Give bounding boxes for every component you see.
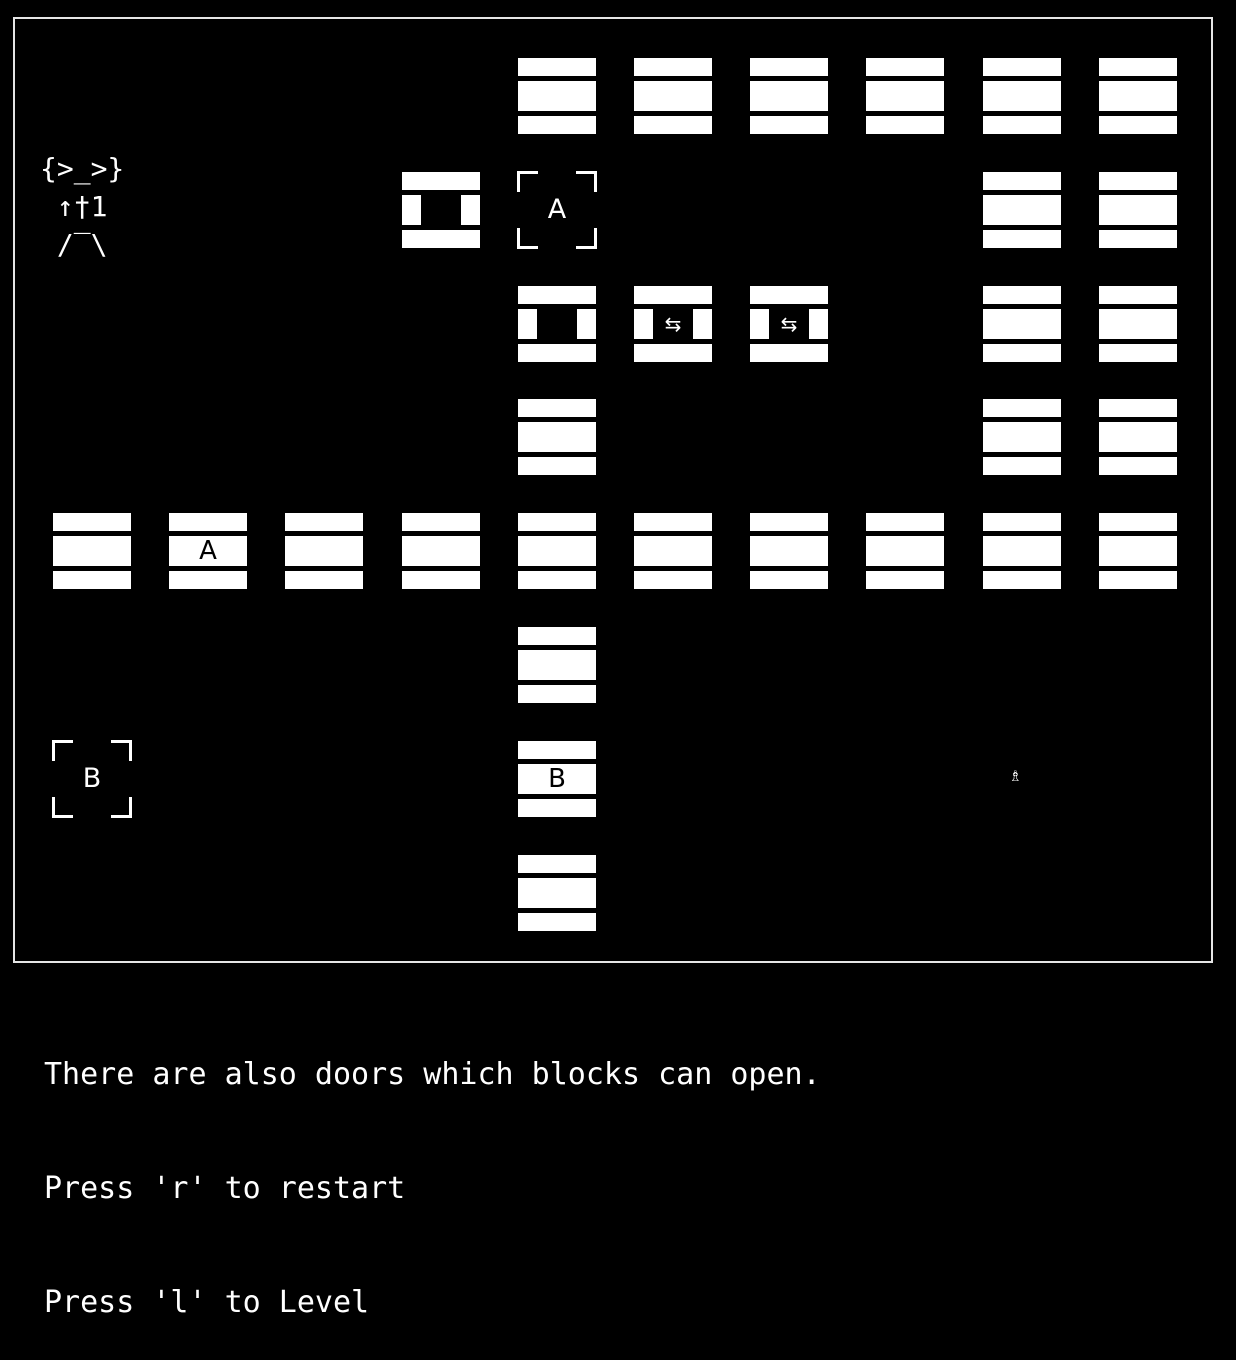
wall-block [1099, 286, 1177, 362]
wall-block [285, 513, 363, 589]
wall-block [983, 58, 1061, 134]
wall-block [866, 513, 944, 589]
door-label: ⇆ [653, 309, 693, 339]
game-board [13, 17, 1213, 963]
wall-block [518, 627, 596, 703]
message-panel: There are also doors which blocks can op… [44, 980, 821, 1360]
wall-block [1099, 399, 1177, 475]
door-label: B [537, 764, 577, 794]
wall-block [518, 399, 596, 475]
wall-block [402, 513, 480, 589]
door-target-marker: A [517, 171, 597, 249]
wall-block [634, 58, 712, 134]
player-ascii-art: {>_>} ↑†1 /‾\ [40, 152, 125, 261]
player-character: {>_>} ↑†1 /‾\ [40, 150, 150, 270]
restart-instruction: Press 'r' to restart [44, 1171, 406, 1206]
wall-block [750, 513, 828, 589]
wall-block [1099, 513, 1177, 589]
door-block: B [518, 741, 596, 817]
door-block: ⇆ [634, 286, 712, 362]
wall-block [518, 855, 596, 931]
target-label: A [547, 194, 567, 225]
wall-block [983, 513, 1061, 589]
wall-block [53, 513, 131, 589]
level-instruction: Press 'l' to Level [44, 1285, 370, 1320]
wall-block [750, 58, 828, 134]
target-label: B [82, 763, 102, 794]
door-block: A [169, 513, 247, 589]
goal-icon: ♗ [1010, 765, 1021, 786]
wall-block [983, 399, 1061, 475]
wall-block [518, 58, 596, 134]
wall-block [634, 513, 712, 589]
wall-block [1099, 58, 1177, 134]
door-block [402, 172, 480, 248]
wall-block [983, 172, 1061, 248]
wall-block [983, 286, 1061, 362]
wall-block [518, 513, 596, 589]
wall-block [866, 58, 944, 134]
door-block [518, 286, 596, 362]
door-target-marker: B [52, 740, 132, 818]
door-label: ⇆ [769, 309, 809, 339]
door-label [537, 309, 577, 339]
door-block: ⇆ [750, 286, 828, 362]
wall-block [1099, 172, 1177, 248]
door-label [421, 195, 461, 225]
door-label: A [188, 536, 228, 566]
hint-message: There are also doors which blocks can op… [44, 1057, 821, 1092]
